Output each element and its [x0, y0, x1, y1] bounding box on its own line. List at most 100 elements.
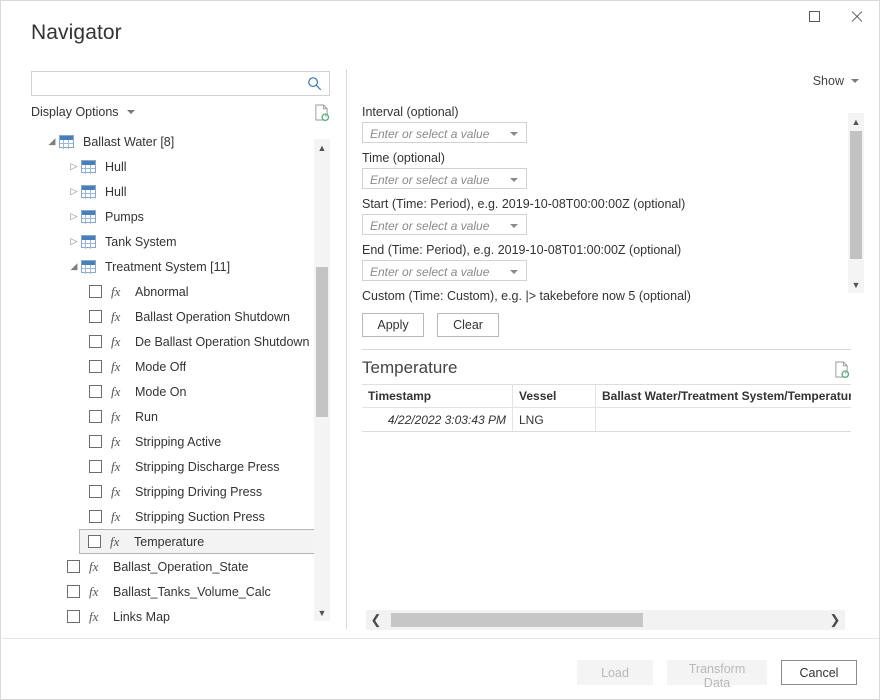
- apply-button[interactable]: Apply: [362, 313, 424, 337]
- search-box[interactable]: [31, 71, 330, 96]
- tree-item-label: Run: [135, 410, 158, 424]
- expand-collapse-icon-expanded[interactable]: ◢: [67, 262, 81, 271]
- combo-box[interactable]: [362, 260, 527, 281]
- table-row[interactable]: 4/22/2022 3:03:43 PM LNG 0.2474039!: [362, 408, 851, 432]
- checkbox[interactable]: [89, 285, 102, 298]
- scroll-up-icon[interactable]: ▲: [314, 139, 330, 156]
- chevron-down-icon[interactable]: [510, 270, 518, 274]
- tree-item-ballast-water-8[interactable]: ◢Ballast Water [8]: [31, 129, 330, 154]
- close-button[interactable]: [835, 1, 877, 31]
- refresh-document-icon[interactable]: [834, 361, 849, 378]
- checkbox[interactable]: [88, 535, 101, 548]
- tree-item-ballast-operation-shutdown[interactable]: fxBallast Operation Shutdown: [31, 304, 330, 329]
- tree-item-treatment-system-11[interactable]: ◢Treatment System [11]: [31, 254, 330, 279]
- scrollbar-thumb[interactable]: [391, 613, 643, 627]
- table-header-row: Timestamp Vessel Ballast Water/Treatment…: [362, 385, 851, 408]
- scroll-left-icon[interactable]: ❮: [366, 610, 386, 630]
- tree-item-pumps[interactable]: ▷Pumps: [31, 204, 330, 229]
- scroll-right-icon[interactable]: ❯: [825, 610, 845, 630]
- expand-collapse-icon-collapsed[interactable]: ▷: [67, 237, 81, 246]
- tree-item-stripping-driving-press[interactable]: fxStripping Driving Press: [31, 479, 330, 504]
- combo-input[interactable]: [368, 215, 500, 236]
- tree-item-label: De Ballast Operation Shutdown: [135, 335, 309, 349]
- expand-collapse-icon-collapsed[interactable]: ▷: [67, 162, 81, 171]
- checkbox[interactable]: [89, 310, 102, 323]
- scroll-up-icon[interactable]: ▲: [848, 113, 864, 130]
- combo-box[interactable]: [362, 122, 527, 143]
- transform-data-button[interactable]: Transform Data: [667, 660, 767, 685]
- cancel-button[interactable]: Cancel: [781, 660, 857, 685]
- combo-box[interactable]: [362, 168, 527, 189]
- tree-item-label: Stripping Discharge Press: [135, 460, 280, 474]
- tree-item-ballast-operation-state[interactable]: fxBallast_Operation_State: [31, 554, 330, 579]
- tree-item-label: Tank System: [105, 235, 177, 249]
- tree-item-ballast-tanks-volume-calc[interactable]: fxBallast_Tanks_Volume_Calc: [31, 579, 330, 604]
- tree-item-links-map[interactable]: fxLinks Map: [31, 604, 330, 629]
- tree-item-abnormal[interactable]: fxAbnormal: [31, 279, 330, 304]
- checkbox[interactable]: [89, 510, 102, 523]
- combo-box[interactable]: [362, 214, 527, 235]
- tree-item-tank-system[interactable]: ▷ Tank System: [31, 229, 330, 254]
- tree-item-stripping-discharge-press[interactable]: fx Stripping Discharge Press: [31, 454, 330, 479]
- checkbox[interactable]: [89, 485, 102, 498]
- tree-item-label: Abnormal: [135, 285, 189, 299]
- scroll-down-icon[interactable]: ▼: [314, 604, 330, 621]
- tree-item-hull[interactable]: ▷Hull: [31, 154, 330, 179]
- scrollbar-thumb[interactable]: [850, 131, 862, 259]
- refresh-document-icon[interactable]: [314, 104, 329, 121]
- search-icon[interactable]: [307, 76, 322, 91]
- chevron-down-icon[interactable]: [510, 224, 518, 228]
- expand-collapse-icon-collapsed[interactable]: ▷: [67, 212, 81, 221]
- column-header-timestamp[interactable]: Timestamp: [362, 385, 513, 408]
- clear-button[interactable]: Clear: [437, 313, 499, 337]
- combo-input[interactable]: [368, 123, 500, 144]
- tree-item-temperature[interactable]: fxTemperature: [79, 529, 330, 554]
- checkbox[interactable]: [89, 435, 102, 448]
- tree-item-stripping-suction-press[interactable]: fxStripping Suction Press: [31, 504, 330, 529]
- tree-item-de-ballast-operation-shutdown[interactable]: fxDe Ballast Operation Shutdown: [31, 329, 330, 354]
- tree-scrollbar-vertical[interactable]: ▲ ▼: [314, 139, 330, 621]
- page-title: Navigator: [31, 21, 122, 45]
- maximize-button[interactable]: [793, 1, 835, 31]
- show-dropdown[interactable]: Show: [813, 74, 859, 88]
- checkbox[interactable]: [67, 560, 80, 573]
- tree-item-hull[interactable]: ▷Hull: [31, 179, 330, 204]
- checkbox[interactable]: [89, 410, 102, 423]
- combo-input[interactable]: [368, 261, 500, 282]
- tree-item-run[interactable]: fxRun: [31, 404, 330, 429]
- column-header-vessel[interactable]: Vessel: [513, 385, 596, 408]
- field-label: Time (optional): [362, 151, 842, 165]
- tree-item-mode-off[interactable]: fxMode Off: [31, 354, 330, 379]
- scroll-down-icon[interactable]: ▼: [848, 276, 864, 293]
- title-bar: [1, 1, 879, 33]
- object-tree[interactable]: ◢Ballast Water [8]▷Hull▷Hull▷Pumps▷Tank …: [31, 129, 330, 631]
- function-icon: fx: [111, 359, 127, 375]
- preview-scrollbar-horizontal[interactable]: ❮ ❯: [366, 610, 845, 630]
- chevron-down-icon[interactable]: [510, 132, 518, 136]
- checkbox[interactable]: [67, 585, 80, 598]
- table-icon: [81, 260, 96, 273]
- chevron-down-icon[interactable]: [510, 178, 518, 182]
- expand-collapse-icon-expanded[interactable]: ◢: [45, 137, 59, 146]
- checkbox[interactable]: [89, 360, 102, 373]
- table-icon: [81, 210, 96, 223]
- checkbox[interactable]: [89, 385, 102, 398]
- function-icon: fx: [111, 459, 127, 475]
- display-options-dropdown[interactable]: Display Options: [31, 105, 135, 119]
- parameters-scrollbar-vertical[interactable]: ▲ ▼: [848, 113, 864, 293]
- column-header-temperature[interactable]: Ballast Water/Treatment System/Temperatu…: [596, 385, 852, 408]
- tree-item-mode-on[interactable]: fxMode On: [31, 379, 330, 404]
- checkbox[interactable]: [89, 335, 102, 348]
- field-label: Interval (optional): [362, 105, 842, 119]
- checkbox[interactable]: [89, 460, 102, 473]
- combo-input[interactable]: [368, 169, 500, 190]
- function-icon: fx: [110, 534, 126, 550]
- load-button[interactable]: Load: [577, 660, 653, 685]
- expand-collapse-icon-collapsed[interactable]: ▷: [67, 187, 81, 196]
- cell-vessel: LNG: [513, 408, 596, 432]
- tree-item-stripping-active[interactable]: fxStripping Active: [31, 429, 330, 454]
- function-icon: fx: [111, 509, 127, 525]
- search-input[interactable]: [38, 72, 307, 97]
- scrollbar-thumb[interactable]: [316, 267, 328, 417]
- checkbox[interactable]: [67, 610, 80, 623]
